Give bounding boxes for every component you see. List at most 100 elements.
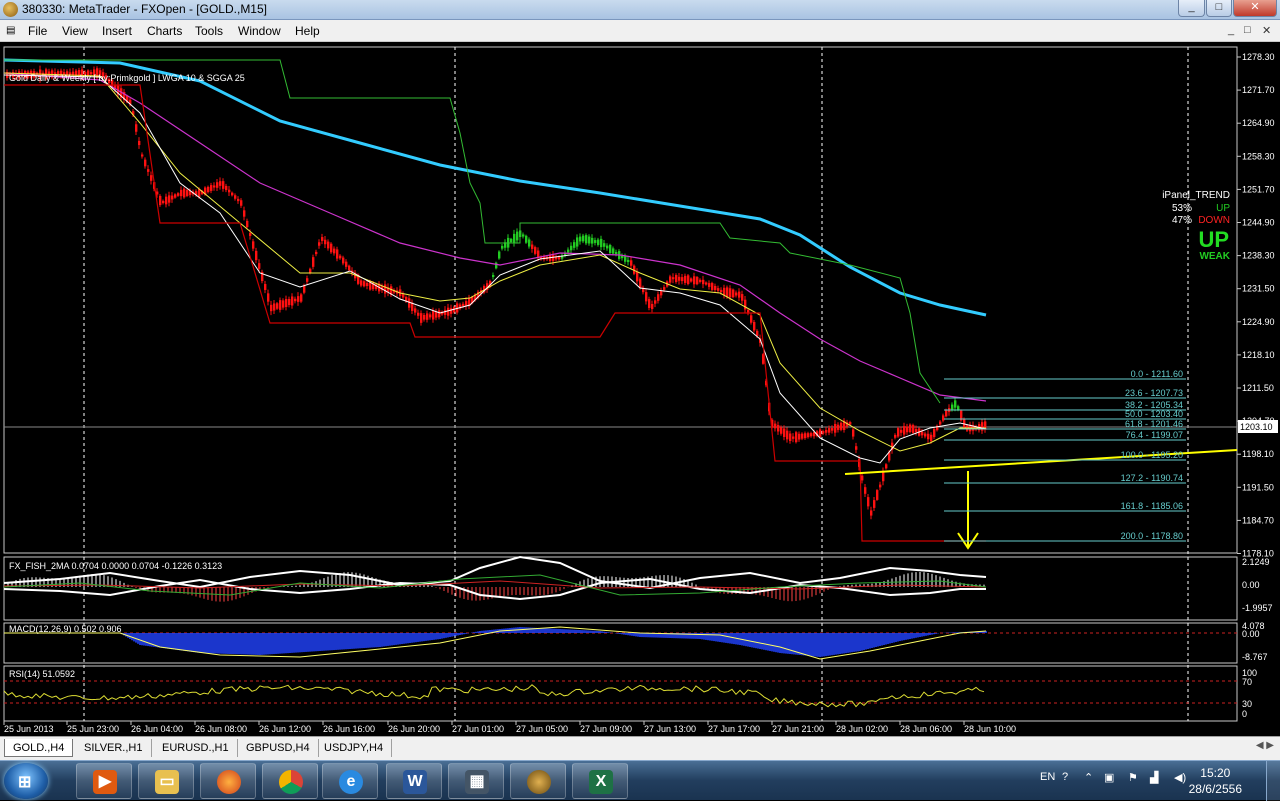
- candle-body: [174, 194, 177, 198]
- candle-body: [939, 421, 942, 425]
- candle-body: [534, 247, 537, 254]
- network-icon[interactable]: ▟: [1150, 771, 1158, 784]
- start-button[interactable]: ⊞: [4, 763, 48, 799]
- price-tick-label: 1184.70: [1242, 515, 1274, 525]
- maximize-button[interactable]: □: [1206, 0, 1232, 17]
- candle-body: [366, 282, 369, 287]
- ipanel-down-pct: 47%: [1172, 215, 1192, 226]
- price-chart[interactable]: 0.0 - 1211.6023.6 - 1207.7338.2 - 1205.3…: [0, 43, 1280, 736]
- menu-charts[interactable]: Charts: [147, 24, 182, 38]
- candle-body: [654, 300, 657, 304]
- candle-body: [789, 433, 792, 441]
- candle-body: [627, 259, 630, 263]
- taskbar-chrome[interactable]: [262, 763, 318, 799]
- system-clock[interactable]: 15:20 28/6/2556: [1189, 765, 1242, 797]
- candle-body: [915, 428, 918, 433]
- minimize-button[interactable]: _: [1178, 0, 1205, 17]
- tab-eurusd-h1[interactable]: EURUSD.,H1: [154, 739, 238, 757]
- candle-body: [717, 288, 720, 291]
- taskbar-metatrader[interactable]: ▦: [448, 763, 504, 799]
- candle-body: [609, 244, 612, 254]
- candle-body: [321, 237, 324, 241]
- current-price-label: 1203.10: [1240, 422, 1273, 432]
- time-tick-label: 26 Jun 08:00: [195, 724, 247, 734]
- candle-body: [750, 315, 753, 323]
- candle-body: [144, 159, 147, 167]
- candle-body: [597, 239, 600, 245]
- child-minimize-button[interactable]: _: [1228, 24, 1234, 36]
- close-button[interactable]: ✕: [1233, 0, 1277, 17]
- tab-gbpusd-h4[interactable]: GBPUSD,H4: [238, 739, 319, 757]
- chart-window[interactable]: 0.0 - 1211.60 23.6 - 1207.73 38.2 - 1205.3…: [0, 43, 1280, 736]
- fisher-tick-label: 2.1249: [1242, 557, 1270, 567]
- candle-body: [630, 260, 633, 266]
- show-desktop-button[interactable]: [1266, 761, 1280, 801]
- document-icon[interactable]: ▤: [6, 25, 15, 36]
- help-icon[interactable]: ?: [1062, 771, 1068, 783]
- menu-help[interactable]: Help: [295, 24, 320, 38]
- language-indicator[interactable]: EN: [1040, 771, 1055, 783]
- rsi-label: RSI(14) 51.0592: [9, 669, 75, 679]
- candle-body: [384, 284, 387, 294]
- taskbar-media-player[interactable]: ▶: [76, 763, 132, 799]
- candle-body: [279, 300, 282, 310]
- taskbar-ie[interactable]: e: [322, 763, 378, 799]
- candle-body: [330, 243, 333, 253]
- media-player-icon: ▶: [93, 770, 117, 794]
- candle-body: [729, 288, 732, 298]
- candle-body: [432, 310, 435, 320]
- action-center-flag-icon[interactable]: ⚑: [1128, 771, 1138, 784]
- candle-body: [495, 262, 498, 269]
- taskbar-explorer[interactable]: ▭: [138, 763, 194, 799]
- candle-body: [744, 299, 747, 310]
- candle-body: [624, 256, 627, 262]
- candle-body: [579, 236, 582, 242]
- tab-silver-h1[interactable]: SILVER.,H1: [76, 739, 152, 757]
- candle-body: [231, 192, 234, 196]
- volume-icon[interactable]: ◀): [1174, 771, 1186, 784]
- tab-usdjpy-h4[interactable]: USDJPY,H4: [316, 739, 393, 757]
- candle-body: [849, 422, 852, 425]
- candle-body: [516, 231, 519, 241]
- candle-body: [273, 303, 276, 311]
- candle-body: [930, 434, 933, 442]
- candle-body: [588, 236, 591, 244]
- clock-time: 15:20: [1200, 766, 1231, 780]
- menu-window[interactable]: Window: [238, 24, 281, 38]
- child-restore-button[interactable]: □: [1244, 24, 1251, 36]
- candle-body: [438, 310, 441, 318]
- price-tick-label: 1251.70: [1242, 184, 1275, 194]
- candle-body: [141, 154, 144, 157]
- candle-body: [708, 283, 711, 287]
- taskbar-word[interactable]: W: [386, 763, 442, 799]
- menu-view[interactable]: View: [62, 24, 88, 38]
- time-tick-label: 28 Jun 06:00: [900, 724, 952, 734]
- taskbar-firefox[interactable]: [200, 763, 256, 799]
- taskbar-excel[interactable]: X: [572, 763, 628, 799]
- taskbar-gold-app[interactable]: [510, 763, 566, 799]
- tab-scroll-arrows[interactable]: ◀ ▶: [1256, 740, 1274, 751]
- candle-body: [909, 424, 912, 433]
- menu-tools[interactable]: Tools: [195, 24, 223, 38]
- candle-body: [615, 251, 618, 255]
- menu-insert[interactable]: Insert: [102, 24, 132, 38]
- menu-file[interactable]: File: [28, 24, 47, 38]
- candle-body: [819, 429, 822, 437]
- candle-body: [684, 275, 687, 283]
- candle-body: [723, 287, 726, 296]
- candle-body: [210, 185, 213, 191]
- tray-app-icon[interactable]: ▣: [1104, 771, 1114, 784]
- tab-gold-h4[interactable]: GOLD.,H4: [4, 739, 74, 757]
- candle-body: [162, 200, 165, 204]
- candle-body: [585, 235, 588, 244]
- candle-body: [324, 239, 327, 245]
- candle-body: [933, 428, 936, 438]
- tray-chevron-icon[interactable]: ⌃: [1084, 771, 1093, 784]
- child-close-button[interactable]: ✕: [1262, 24, 1271, 37]
- clock-date: 28/6/2556: [1188, 782, 1242, 796]
- candle-body: [870, 510, 873, 516]
- candle-body: [810, 433, 813, 437]
- time-tick-label: 26 Jun 12:00: [259, 724, 311, 734]
- candle-body: [465, 301, 468, 306]
- metatrader-icon: ▦: [465, 770, 489, 794]
